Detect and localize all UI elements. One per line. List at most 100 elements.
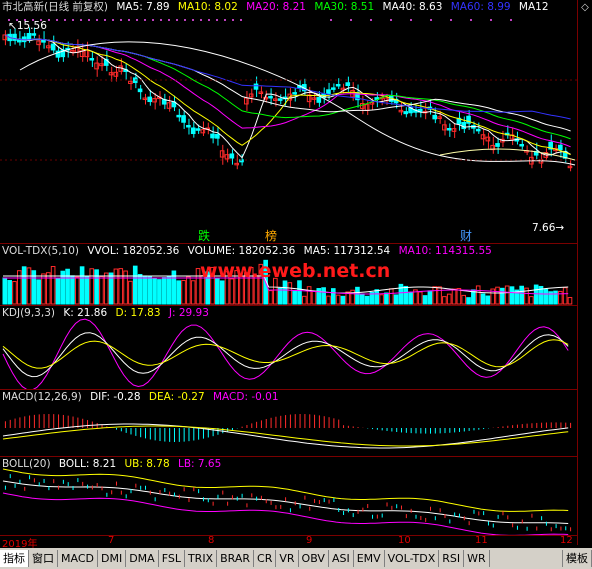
candle-body <box>330 87 336 90</box>
volume-bar <box>128 280 133 305</box>
tab-1[interactable]: 窗口 <box>29 550 58 567</box>
candle-body <box>219 150 225 158</box>
event-dot <box>136 19 138 21</box>
volume-bar <box>268 290 273 305</box>
volume-bar <box>355 286 360 305</box>
event-marker-cai[interactable]: 财 <box>460 227 472 244</box>
event-dot <box>144 19 146 21</box>
kdj-j-label: J: 29.93 <box>168 307 209 319</box>
candle-body <box>316 97 322 103</box>
candle-body <box>142 97 148 101</box>
volume-label: VOLUME: 182052.36 <box>187 245 296 257</box>
candle-body <box>258 91 264 95</box>
tab-14[interactable]: RSI <box>439 550 465 567</box>
volume-bar <box>282 280 288 305</box>
candle-body <box>215 133 220 139</box>
volume-header: VOL-TDX(5,10) VVOL: 182052.36 VOLUME: 18… <box>2 245 497 258</box>
event-dot <box>152 19 154 21</box>
volume-bar <box>113 268 119 305</box>
ma120-line <box>19 41 576 166</box>
ma10-label: MA10: 8.02 <box>177 1 238 13</box>
candle-body <box>277 98 283 101</box>
candle-body <box>485 136 491 142</box>
stock-title: 市北高新(日线 前复权) <box>2 1 109 13</box>
volume-bar <box>403 285 409 305</box>
low-price-label: 7.66→ <box>532 222 565 234</box>
macd-dif-label: DIF: -0.28 <box>90 391 141 403</box>
event-marker-bang[interactable]: 榜 <box>265 227 277 244</box>
volume-bar <box>451 288 457 305</box>
volume-bar <box>142 275 148 305</box>
event-dot <box>160 19 162 21</box>
volume-bar <box>219 280 225 305</box>
volume-bar <box>176 280 182 305</box>
macd-header: MACD(12,26,9) DIF: -0.28 DEA: -0.27 MACD… <box>2 391 284 404</box>
volume-bar <box>166 276 172 305</box>
candle-body <box>224 154 230 160</box>
candle-body <box>36 40 41 46</box>
candle-body <box>244 97 249 105</box>
tab-4[interactable]: DMA <box>126 550 159 567</box>
tab-7[interactable]: BRAR <box>217 550 255 567</box>
ma5-label: MA5: 7.89 <box>116 1 170 13</box>
tab-8[interactable]: CR <box>254 550 277 567</box>
high-price-label: ↖15.56 <box>8 20 47 32</box>
volume-bar <box>7 280 12 305</box>
volume-bar <box>147 275 153 305</box>
volume-bar <box>553 290 558 305</box>
tab-9[interactable]: VR <box>276 550 299 567</box>
volume-bar <box>456 288 462 305</box>
candle-body <box>398 109 404 113</box>
volume-bar <box>384 292 389 305</box>
tab-10[interactable]: OBV <box>299 550 329 567</box>
price-chart[interactable] <box>0 0 578 243</box>
tab-11[interactable]: ASI <box>329 550 354 567</box>
tab-0[interactable]: 指标 <box>0 550 29 567</box>
right-scrollbar[interactable]: ◇ <box>577 0 592 545</box>
event-marker-die[interactable]: 跌 <box>198 227 210 244</box>
tab-5[interactable]: FSL <box>159 550 185 567</box>
candle-body <box>364 104 370 112</box>
candle-body <box>268 95 273 99</box>
macd-panel[interactable]: MACD(12,26,9) DIF: -0.28 DEA: -0.27 MACD… <box>0 390 578 457</box>
volume-bar <box>70 275 75 305</box>
event-dot <box>184 19 186 21</box>
ma40-label: MA40: 8.63 <box>382 1 443 13</box>
volume-bar <box>543 288 549 305</box>
vol-indicator-name: VOL-TDX(5,10) <box>2 245 80 257</box>
volume-bar <box>84 276 90 305</box>
price-panel[interactable]: 市北高新(日线 前复权) MA5: 7.89 MA10: 8.02 MA20: … <box>0 0 578 244</box>
kdj-panel[interactable]: KDJ(9,3,3) K: 21.86 D: 17.83 J: 29.93 <box>0 306 578 390</box>
volume-bar <box>287 282 293 305</box>
tab-6[interactable]: TRIX <box>185 550 218 567</box>
high-price-value: 15.56 <box>16 20 47 32</box>
diamond-icon[interactable]: ◇ <box>578 2 592 13</box>
tab-12[interactable]: EMV <box>354 550 385 567</box>
volume-bar <box>330 288 336 305</box>
candle-body <box>495 143 500 147</box>
tab-13[interactable]: VOL-TDX <box>385 550 440 567</box>
volume-bar <box>292 290 297 305</box>
volume-bar <box>427 290 433 305</box>
volume-bar <box>562 287 568 305</box>
kdj-d-label: D: 17.83 <box>115 307 161 319</box>
tab-16[interactable]: 模板 <box>562 550 592 567</box>
candle-body <box>89 58 95 61</box>
tab-15[interactable]: WR <box>464 550 490 567</box>
boll-panel[interactable]: BOLL(20) BOLL: 8.21 UB: 8.78 LB: 7.65 <box>0 457 578 536</box>
ma120-label: MA12 <box>518 1 549 13</box>
candle-body <box>326 89 331 95</box>
candle-body <box>311 97 317 100</box>
volume-bar <box>485 295 491 305</box>
ma40-line <box>5 34 571 132</box>
event-dot <box>80 19 82 21</box>
volume-bar <box>36 279 41 305</box>
volume-bar <box>311 290 317 305</box>
tab-2[interactable]: MACD <box>58 550 98 567</box>
date-label-9: 9 <box>306 535 313 546</box>
volume-bar <box>12 281 17 305</box>
kdj-indicator-name: KDJ(9,3,3) <box>2 307 55 319</box>
event-dot <box>208 19 210 21</box>
candle-body <box>200 129 206 134</box>
tab-3[interactable]: DMI <box>98 550 127 567</box>
